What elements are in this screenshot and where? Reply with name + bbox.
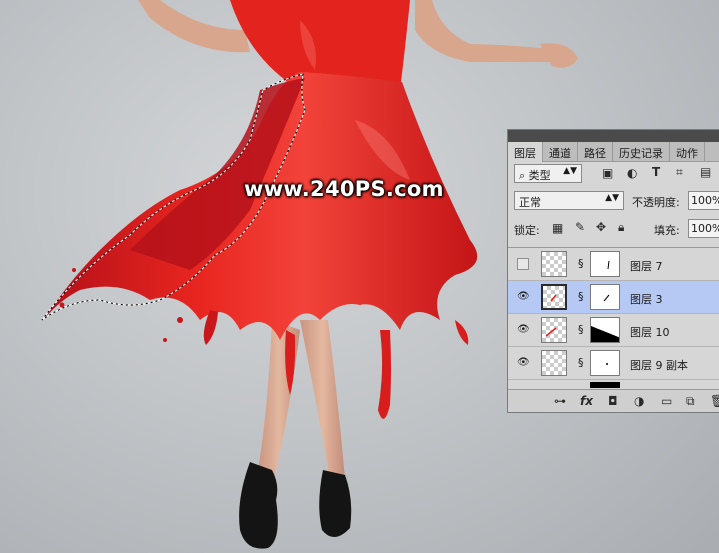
new-layer-icon[interactable]: ⧉	[686, 394, 695, 409]
thumb-preview	[550, 294, 557, 302]
next-layer-mask-partial	[590, 382, 620, 388]
mask-preview	[591, 326, 619, 342]
fx-icon[interactable]: fx	[580, 394, 593, 408]
dropdown-arrow-icon: ▲▼	[605, 193, 619, 203]
layer-mask-thumbnail[interactable]	[590, 350, 620, 376]
search-icon: ⌕	[519, 169, 526, 182]
opacity-input[interactable]: 100%	[688, 191, 719, 210]
filter-type-dropdown[interactable]: ⌕ 类型 ▲▼	[514, 164, 582, 183]
link-icon[interactable]: §	[578, 356, 584, 369]
adjustment-icon[interactable]: ◑	[634, 394, 644, 408]
link-icon[interactable]: §	[578, 323, 584, 336]
filter-row: ⌕ 类型 ▲▼ ▣ ◐ T ⌗ ▤	[508, 164, 719, 186]
lock-image-icon[interactable]: ✎	[575, 220, 585, 234]
layer-thumbnail	[541, 284, 567, 310]
panel-titlebar[interactable]	[508, 130, 719, 142]
lock-all-icon[interactable]: 🔒︎	[618, 220, 624, 235]
eye-icon[interactable]: 👁︎	[517, 357, 530, 369]
layer-row-selected[interactable]: 👁︎ § 图层 3	[508, 281, 719, 314]
link-icon[interactable]: §	[578, 290, 584, 303]
watermark-text: www.240PS.com	[244, 177, 444, 201]
layer-thumbnail	[541, 350, 567, 376]
thumb-preview	[545, 327, 557, 337]
lock-label: 锁定:	[514, 224, 540, 237]
lock-row: 锁定: ▦ ✎ ✥ 🔒︎ 填充: 100%	[508, 219, 719, 241]
folder-icon[interactable]: ▭	[661, 394, 672, 408]
layer-name: 图层 9 副本	[630, 359, 688, 372]
layer-name: 图层 10	[630, 326, 670, 339]
link-icon[interactable]: §	[578, 257, 584, 270]
mask-preview	[607, 260, 610, 270]
layers-panel[interactable]: 图层 通道 路径 历史记录 动作 ⌕ 类型 ▲▼ ▣ ◐ T ⌗ ▤ 正常 ▲▼…	[507, 129, 719, 413]
panel-tabs: 图层 通道 路径 历史记录 动作	[508, 142, 719, 162]
tab-actions[interactable]: 动作	[670, 142, 705, 161]
fill-input[interactable]: 100%	[688, 219, 719, 238]
layer-row[interactable]: § 图层 7	[508, 248, 719, 281]
trash-icon[interactable]: 🗑︎	[710, 394, 719, 408]
layer-mask-thumbnail[interactable]	[590, 284, 620, 310]
mask-preview	[603, 294, 610, 302]
mask-icon[interactable]: ◘	[608, 394, 618, 408]
layer-row[interactable]: 👁︎ § 图层 9 副本	[508, 347, 719, 380]
link-icon[interactable]: ⊶	[554, 394, 566, 408]
layer-list: § 图层 7 👁︎ § 图层 3 👁︎ § 图层 10 👁︎ § 图层 9 副本	[508, 247, 719, 388]
tab-paths[interactable]: 路径	[578, 142, 613, 161]
layer-name: 图层 3	[630, 293, 663, 306]
filter-type-label: 类型	[528, 169, 551, 182]
tab-channels[interactable]: 通道	[543, 142, 578, 161]
smart-object-filter-icon[interactable]: ▤	[700, 165, 711, 179]
lock-position-icon[interactable]: ✥	[596, 220, 606, 234]
blend-mode-value: 正常	[519, 196, 541, 209]
fill-label: 填充:	[654, 224, 680, 237]
tab-layers[interactable]: 图层	[508, 142, 543, 162]
text-filter-icon[interactable]: T	[652, 165, 660, 179]
layer-thumbnail	[541, 317, 567, 343]
eye-icon[interactable]: 👁︎	[517, 324, 530, 336]
dropdown-arrow-icon: ▲▼	[563, 166, 577, 176]
blend-mode-dropdown[interactable]: 正常 ▲▼	[514, 191, 624, 210]
layer-mask-thumbnail[interactable]	[590, 251, 620, 277]
tab-history[interactable]: 历史记录	[613, 142, 670, 161]
blend-row: 正常 ▲▼ 不透明度: 100%	[508, 191, 719, 213]
layer-row[interactable]: 👁︎ § 图层 10	[508, 314, 719, 347]
adjustment-filter-icon[interactable]: ◐	[627, 166, 637, 180]
lock-transparent-icon[interactable]: ▦	[552, 221, 563, 235]
opacity-label: 不透明度:	[632, 196, 680, 209]
shape-filter-icon[interactable]: ⌗	[676, 165, 683, 180]
eye-icon[interactable]: 👁︎	[517, 291, 530, 303]
layer-thumbnail	[541, 251, 567, 277]
visibility-toggle-off[interactable]	[517, 258, 529, 270]
layer-mask-thumbnail[interactable]	[590, 317, 620, 343]
layer-name: 图层 7	[630, 260, 663, 273]
mask-preview	[606, 363, 608, 365]
panel-footer: ⊶ fx ◘ ◑ ▭ ⧉ 🗑︎	[508, 389, 719, 412]
image-filter-icon[interactable]: ▣	[602, 166, 613, 180]
